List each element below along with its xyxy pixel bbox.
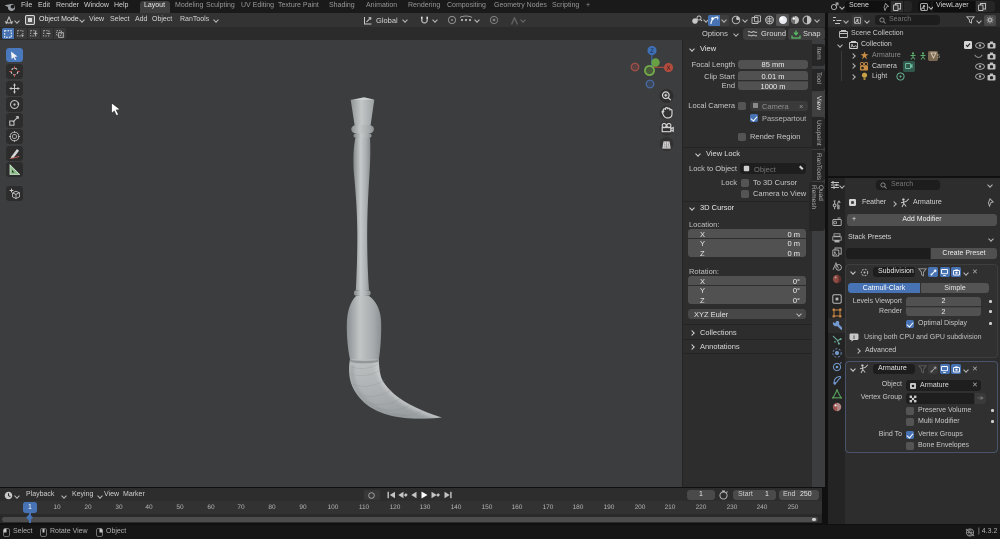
svg-text:X: X bbox=[666, 66, 670, 72]
svg-text:Z: Z bbox=[650, 49, 654, 55]
